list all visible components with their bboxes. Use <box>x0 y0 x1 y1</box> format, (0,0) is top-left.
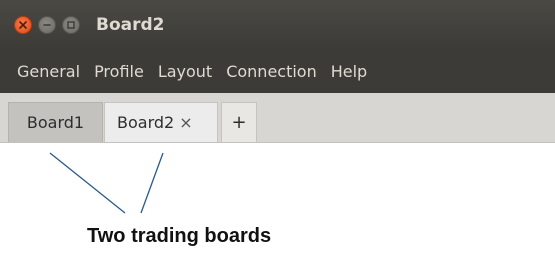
annotation-lines <box>49 152 164 214</box>
annotation-line-board1 <box>49 152 126 214</box>
annotation-caption: Two trading boards <box>87 225 272 247</box>
annotation-line-board2 <box>140 152 164 214</box>
